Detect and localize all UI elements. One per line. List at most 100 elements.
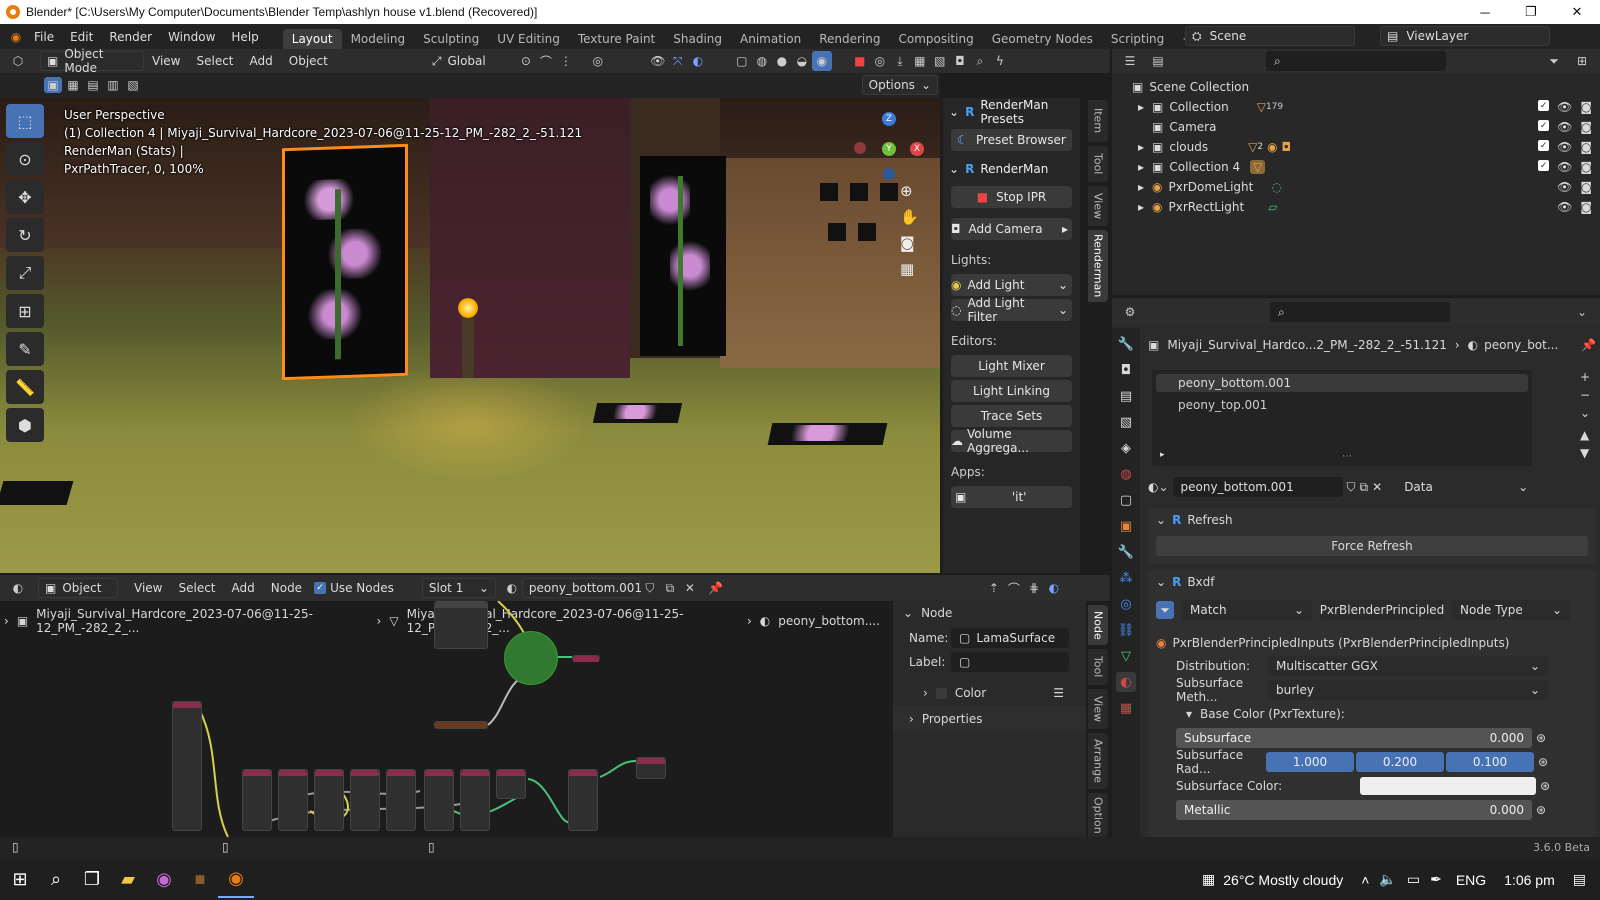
renderman-header[interactable]: ⌄ R RenderMan bbox=[943, 155, 1080, 183]
fake-user-icon[interactable]: ⛉ bbox=[1347, 480, 1356, 495]
side-tab-tool[interactable]: Tool bbox=[1088, 146, 1108, 182]
material-output-node[interactable] bbox=[636, 757, 666, 779]
selected-peony-plane[interactable] bbox=[282, 143, 408, 381]
expand-icon[interactable]: ▸ bbox=[1138, 100, 1152, 114]
measure-icon[interactable]: 📏 bbox=[6, 370, 44, 404]
trace-sets-button[interactable]: Trace Sets bbox=[951, 405, 1072, 427]
volume-icon[interactable]: 🔈 bbox=[1379, 871, 1396, 888]
tab-sculpting[interactable]: Sculpting bbox=[414, 29, 488, 49]
volume-aggregates-button[interactable]: ☁ Volume Aggrega... bbox=[951, 427, 1072, 455]
transform-icon[interactable]: ⊞ bbox=[6, 294, 44, 328]
orientation-selector[interactable]: ⤢ Global bbox=[426, 51, 502, 71]
unlink-icon[interactable]: ✕ bbox=[1372, 480, 1382, 494]
distribution-dropdown[interactable]: Multiscatter GGX ⌄ bbox=[1268, 656, 1548, 676]
data-tab-icon[interactable]: ▽ bbox=[1116, 646, 1136, 666]
subsurface-slider[interactable]: Subsurface 0.000 bbox=[1176, 728, 1532, 748]
mode-selector[interactable]: ▣ Object Mode bbox=[40, 47, 144, 75]
shader-node[interactable] bbox=[434, 601, 488, 649]
use-nodes-toggle[interactable]: ✓ Use Nodes bbox=[314, 581, 394, 595]
small-peony[interactable] bbox=[767, 423, 888, 445]
frame-node[interactable] bbox=[434, 721, 488, 729]
clock[interactable]: 1:06 pm bbox=[1504, 872, 1555, 888]
eye-icon[interactable]: 👁 bbox=[1557, 160, 1572, 174]
move-icon[interactable]: ✥ bbox=[6, 180, 44, 214]
node-editor-canvas[interactable]: › ▣ Miyaji_Survival_Hardcore_2023-07-06@… bbox=[0, 601, 890, 837]
scene-collection-row[interactable]: ▣ Scene Collection bbox=[1112, 77, 1600, 97]
tab-compositing[interactable]: Compositing bbox=[889, 29, 982, 49]
duplicate-icon[interactable]: ⧉ bbox=[1360, 480, 1369, 495]
cursor-icon[interactable]: ⊙ bbox=[6, 142, 44, 176]
render-camera-icon[interactable]: ◙ bbox=[1580, 140, 1592, 154]
options-dropdown[interactable]: Options ⌄ bbox=[861, 75, 938, 95]
add-light-filter-button[interactable]: ◌ Add Light Filter ⌄ bbox=[951, 296, 1072, 324]
resize-handle-icon[interactable]: ⋯ bbox=[1342, 451, 1352, 462]
wireframe-shading-icon[interactable]: ◍ bbox=[752, 51, 772, 71]
render-camera-icon[interactable]: ◙ bbox=[1580, 180, 1592, 194]
node-editor-type-icon[interactable]: ◐ bbox=[8, 578, 28, 598]
render-tab-icon[interactable]: ◘ bbox=[1116, 360, 1136, 380]
search-icon[interactable]: ⌕ bbox=[38, 862, 74, 898]
node-tab-view[interactable]: View bbox=[1088, 689, 1108, 729]
node[interactable] bbox=[350, 769, 380, 831]
outliner-row[interactable]: ▸ ▣ Collection 4 ▽ ✓ 👁 ◙ bbox=[1112, 157, 1600, 177]
chevron-down-icon[interactable]: ⌄ bbox=[1156, 513, 1166, 527]
navigation-gizmo[interactable]: Z Y X bbox=[852, 106, 926, 180]
ortho-grid-icon[interactable]: ▦ bbox=[900, 260, 919, 278]
modifier-tab-icon[interactable]: 🔧 bbox=[1116, 542, 1136, 562]
blender-taskbar-icon[interactable]: ◉ bbox=[218, 862, 254, 898]
tab-shading[interactable]: Shading bbox=[664, 29, 731, 49]
node-tab-tool[interactable]: Tool bbox=[1088, 649, 1108, 685]
select-box-icon[interactable]: ⬚ bbox=[6, 104, 44, 138]
renderman-render-icon[interactable]: ■ bbox=[850, 51, 870, 71]
connect-socket-icon[interactable]: ⊛ bbox=[1538, 755, 1548, 769]
material-browse-icon[interactable]: ◐⌄ bbox=[1148, 480, 1169, 494]
add-camera-button[interactable]: ◘ Add Camera ▸ bbox=[951, 218, 1072, 240]
tab-uv-editing[interactable]: UV Editing bbox=[488, 29, 569, 49]
node-menu-view[interactable]: View bbox=[126, 581, 170, 595]
tab-modeling[interactable]: Modeling bbox=[342, 29, 415, 49]
add-cube-icon[interactable]: ⬢ bbox=[6, 408, 44, 442]
tab-texture-paint[interactable]: Texture Paint bbox=[569, 29, 664, 49]
rotate-icon[interactable]: ↻ bbox=[6, 218, 44, 252]
side-tab-view[interactable]: View bbox=[1088, 186, 1108, 226]
zoom-icon[interactable]: ⊕ bbox=[900, 182, 919, 200]
unlink-icon[interactable]: ✕ bbox=[680, 578, 700, 598]
node[interactable] bbox=[424, 769, 454, 831]
pivot-icon[interactable]: ⊙ bbox=[516, 51, 536, 71]
fake-user-icon[interactable]: ⛉ bbox=[640, 578, 660, 598]
pan-hand-icon[interactable]: ✋ bbox=[900, 208, 919, 226]
node-menu-add[interactable]: Add bbox=[224, 581, 263, 595]
use-nodes-checkbox[interactable]: ✓ bbox=[314, 582, 327, 594]
outliner-row[interactable]: ▣ Camera ✓ 👁 ◙ bbox=[1112, 117, 1600, 137]
outliner-search-input[interactable]: ⌕ bbox=[1266, 51, 1446, 71]
node-tab-option[interactable]: Option bbox=[1088, 793, 1108, 837]
output-tab-icon[interactable]: ▤ bbox=[1116, 386, 1136, 406]
material-slot[interactable]: peony_top.001 bbox=[1156, 396, 1528, 414]
stop-ipr-button[interactable]: ■ Stop IPR bbox=[951, 186, 1072, 208]
tab-layout[interactable]: Layout bbox=[282, 29, 342, 49]
duplicate-icon[interactable]: ⧉ bbox=[660, 578, 680, 598]
node[interactable] bbox=[314, 769, 344, 831]
snap-icon[interactable]: ⌒ bbox=[1004, 578, 1024, 598]
preset-browser-button[interactable]: ☾ Preset Browser bbox=[951, 129, 1072, 151]
eye-icon[interactable]: 👁 bbox=[1557, 200, 1572, 214]
select-intersect-icon[interactable]: ▧ bbox=[124, 77, 142, 93]
shader-type-dropdown[interactable]: ▣ Object bbox=[38, 578, 118, 598]
menu-help[interactable]: Help bbox=[223, 30, 266, 44]
node-type-dropdown[interactable]: Node Type ⌄ bbox=[1452, 600, 1570, 620]
connect-socket-icon[interactable]: ⊛ bbox=[1536, 731, 1546, 745]
output-node[interactable] bbox=[572, 655, 600, 662]
chevron-down-icon[interactable]: ⌄ bbox=[1572, 302, 1592, 322]
expand-icon[interactable]: ▸ bbox=[1138, 140, 1152, 154]
remove-slot-icon[interactable]: − bbox=[1580, 388, 1590, 402]
material-shading-icon[interactable]: ◒ bbox=[792, 51, 812, 71]
small-peony[interactable] bbox=[592, 403, 683, 423]
outliner-row[interactable]: ▸ ◉ PxrRectLight ▱ 👁 ◙ bbox=[1112, 197, 1600, 217]
overlay-icon[interactable]: ◐ bbox=[688, 51, 708, 71]
match-dropdown[interactable]: Match ⌄ bbox=[1182, 600, 1312, 620]
outliner-row[interactable]: ▸ ◉ PxrDomeLight ◌ 👁 ◙ bbox=[1112, 177, 1600, 197]
file-explorer-icon[interactable]: ▰ bbox=[110, 862, 146, 898]
node[interactable] bbox=[278, 769, 308, 831]
physics-tab-icon[interactable]: ◎ bbox=[1116, 594, 1136, 614]
proportional-edit-icon[interactable]: ◎ bbox=[588, 51, 608, 71]
